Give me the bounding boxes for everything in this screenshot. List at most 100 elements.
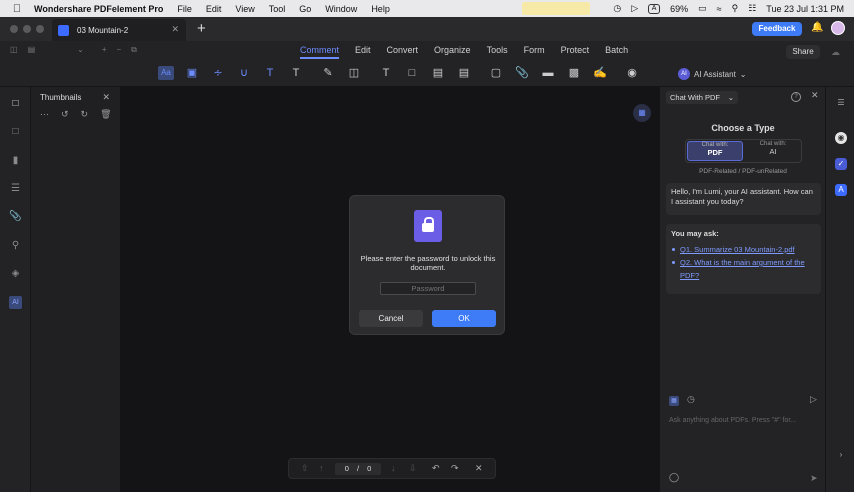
- menu-view[interactable]: View: [235, 4, 254, 14]
- avatar[interactable]: [831, 21, 845, 35]
- next-page-icon[interactable]: ↓: [391, 463, 396, 473]
- undo-icon[interactable]: ↶: [432, 463, 440, 474]
- minimize-window-icon[interactable]: [23, 25, 31, 33]
- typewriter-icon[interactable]: T: [378, 66, 394, 80]
- settings-sliders-icon[interactable]: ☰: [835, 97, 847, 109]
- tab-protect[interactable]: Protect: [561, 45, 590, 59]
- wifi-icon[interactable]: ≈: [717, 4, 722, 14]
- underline-icon[interactable]: ∪: [236, 66, 252, 80]
- delete-icon[interactable]: 🗑: [100, 109, 111, 120]
- zoom-out-icon[interactable]: −: [117, 45, 122, 55]
- ai-model-icon[interactable]: ▦: [669, 396, 679, 406]
- translate-icon[interactable]: A: [835, 184, 847, 196]
- feedback-button[interactable]: Feedback: [752, 22, 802, 36]
- app-name-menu[interactable]: Wondershare PDFelement Pro: [34, 4, 163, 14]
- last-page-icon[interactable]: ⇩: [409, 463, 417, 474]
- chat-input[interactable]: Ask anything about PDFs. Press "#" for..…: [669, 417, 796, 424]
- new-tab-icon[interactable]: +: [197, 20, 206, 37]
- menu-file[interactable]: File: [177, 4, 192, 14]
- chat-with-pdf-option[interactable]: Chat with: PDF: [687, 141, 743, 161]
- callout-icon[interactable]: ▤: [430, 66, 446, 80]
- help-icon[interactable]: ?: [791, 92, 801, 102]
- suggested-question-1[interactable]: Q1. Summarize 03 Mountain-2.pdf: [671, 243, 816, 256]
- tab-tools[interactable]: Tools: [487, 45, 508, 59]
- close-thumbnails-icon[interactable]: ✕: [102, 92, 110, 103]
- shape-icon[interactable]: ▢: [488, 66, 504, 80]
- stamp-icon[interactable]: ▩: [566, 66, 582, 80]
- pages-icon[interactable]: □: [9, 98, 22, 111]
- tab-batch[interactable]: Batch: [605, 45, 628, 59]
- strikethrough-icon[interactable]: ∻: [210, 66, 226, 80]
- lightbulb-icon[interactable]: ◯: [669, 472, 679, 483]
- more-icon[interactable]: ⋯: [40, 109, 49, 120]
- rotate-right-icon[interactable]: ↻: [81, 109, 89, 120]
- bell-icon[interactable]: 🔔: [811, 22, 823, 33]
- redo-icon[interactable]: ↷: [451, 463, 459, 474]
- datetime[interactable]: Tue 23 Jul 1:31 PM: [766, 4, 844, 14]
- chatbot-icon[interactable]: ◉: [835, 132, 847, 144]
- close-window-icon[interactable]: [10, 25, 18, 33]
- tab-edit[interactable]: Edit: [355, 45, 371, 59]
- layers-icon[interactable]: ◈: [9, 268, 22, 281]
- time-machine-icon[interactable]: ◷: [613, 3, 621, 14]
- new-chat-icon[interactable]: ▷: [810, 394, 817, 405]
- first-page-icon[interactable]: ⇧: [301, 463, 309, 474]
- eye-icon[interactable]: ◉: [624, 66, 640, 80]
- prev-page-icon[interactable]: ↑: [319, 463, 324, 473]
- attachment-icon[interactable]: 📎: [514, 66, 530, 80]
- menu-edit[interactable]: Edit: [206, 4, 222, 14]
- check-doc-icon[interactable]: ✓: [835, 158, 847, 170]
- text-tool-icon[interactable]: T: [288, 66, 304, 80]
- close-navigator-icon[interactable]: ✕: [475, 463, 483, 474]
- zoom-in-icon[interactable]: +: [102, 45, 107, 55]
- bookmark-icon[interactable]: ▮: [9, 155, 22, 168]
- control-center-icon[interactable]: ☷: [748, 3, 756, 14]
- chat-mode-select[interactable]: Chat With PDF ⌄: [666, 91, 738, 104]
- fields-icon[interactable]: ☰: [9, 183, 22, 196]
- tab-organize[interactable]: Organize: [434, 45, 471, 59]
- history-icon[interactable]: ◷: [687, 394, 695, 405]
- menu-help[interactable]: Help: [371, 4, 390, 14]
- cloud-icon[interactable]: ☁: [831, 47, 840, 58]
- expand-panel-icon[interactable]: ›: [835, 449, 847, 461]
- send-icon[interactable]: ➤: [810, 473, 818, 484]
- document-tab[interactable]: 03 Mountain-2 ✕: [52, 19, 186, 41]
- search-icon[interactable]: ⚲: [9, 240, 22, 253]
- layout-icon[interactable]: ▤: [28, 45, 36, 55]
- rotate-icon[interactable]: ⧉: [131, 45, 137, 55]
- page-indicator[interactable]: 0 / 0: [335, 463, 381, 475]
- chat-with-ai-option[interactable]: Chat with: AI: [745, 141, 801, 161]
- spotlight-icon[interactable]: ⚲: [732, 3, 739, 14]
- comments-icon[interactable]: □: [9, 126, 22, 139]
- measure-icon[interactable]: ▬: [540, 66, 556, 80]
- attachments-icon[interactable]: 📎: [9, 211, 22, 224]
- ok-button[interactable]: OK: [432, 310, 496, 327]
- input-source-icon[interactable]: A: [648, 3, 661, 14]
- close-tab-icon[interactable]: ✕: [171, 24, 179, 35]
- password-input[interactable]: [380, 282, 476, 295]
- tab-convert[interactable]: Convert: [387, 45, 419, 59]
- translate-float-icon[interactable]: ▦: [633, 104, 651, 122]
- menu-window[interactable]: Window: [325, 4, 357, 14]
- highlighter-icon[interactable]: ✎: [320, 66, 336, 80]
- battery-icon[interactable]: ▭: [698, 3, 707, 14]
- area-select-icon[interactable]: ▣: [184, 66, 200, 80]
- tab-comment[interactable]: Comment: [300, 45, 340, 59]
- rotate-left-icon[interactable]: ↺: [61, 109, 69, 120]
- menu-tool[interactable]: Tool: [269, 4, 286, 14]
- note-icon[interactable]: ▤: [456, 66, 472, 80]
- play-icon[interactable]: ▷: [631, 3, 638, 14]
- share-button[interactable]: Share: [786, 45, 820, 59]
- text-box-tool-icon[interactable]: Aa: [158, 66, 174, 80]
- eraser-icon[interactable]: ◫: [346, 66, 362, 80]
- text-underline-icon[interactable]: T: [262, 66, 278, 80]
- ai-assistant-button[interactable]: AI AI Assistant ⌄: [678, 68, 747, 80]
- suggested-question-2[interactable]: Q2. What is the main argument of the PDF…: [671, 256, 816, 282]
- signature-icon[interactable]: ✍: [592, 66, 608, 80]
- apple-icon[interactable]: : [0, 3, 34, 15]
- sidebar-toggle-icon[interactable]: ◫: [10, 45, 18, 55]
- menu-go[interactable]: Go: [299, 4, 311, 14]
- text-box-icon[interactable]: □: [404, 66, 420, 80]
- zoom-window-icon[interactable]: [36, 25, 44, 33]
- close-chat-icon[interactable]: ✕: [811, 90, 819, 101]
